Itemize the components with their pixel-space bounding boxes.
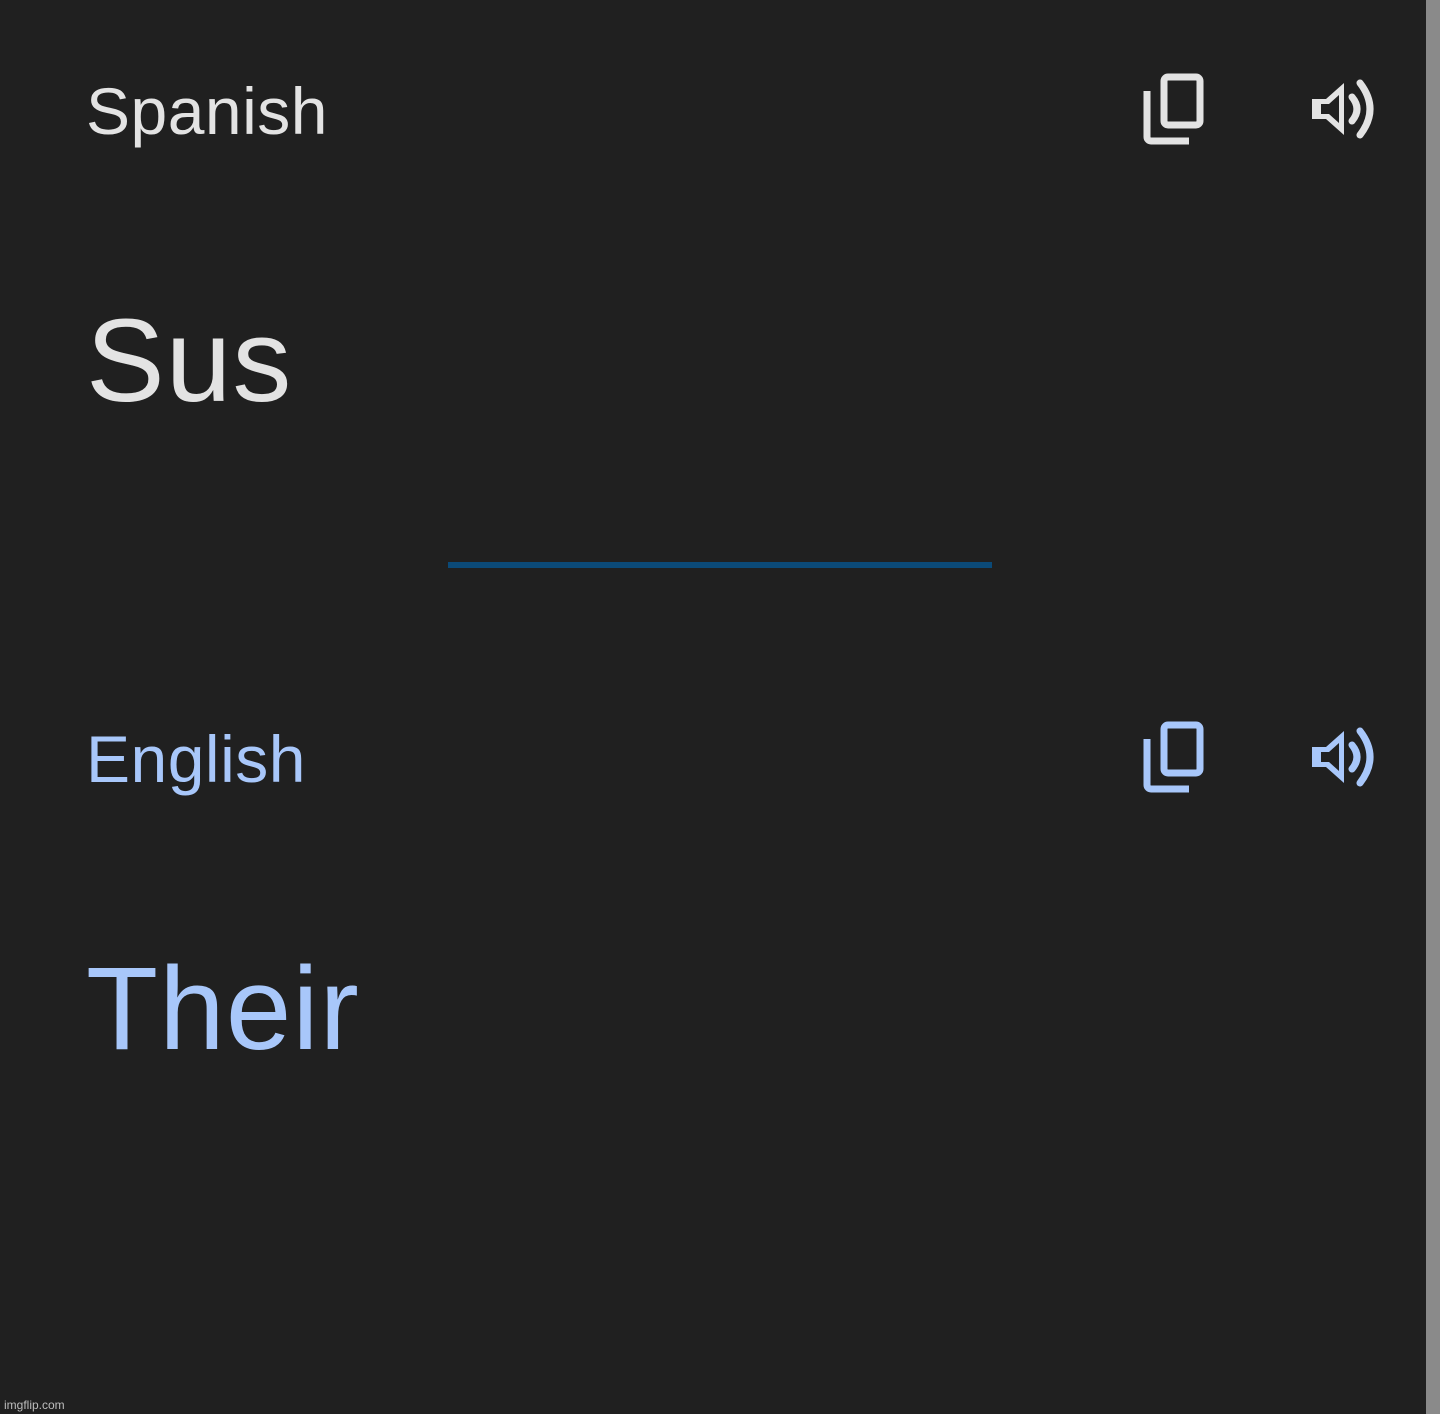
target-language-label: English (86, 722, 306, 796)
speaker-icon (1312, 727, 1374, 787)
copy-translation-button[interactable] (1134, 719, 1210, 795)
translated-text: Their (86, 943, 360, 1075)
copy-icon (1143, 73, 1204, 145)
speaker-icon (1312, 79, 1374, 139)
translation-panel: Spanish Sus English Their imgflip.com (0, 0, 1426, 1414)
copy-source-button[interactable] (1134, 71, 1210, 147)
watermark: imgflip.com (4, 1398, 65, 1412)
copy-icon (1143, 721, 1204, 793)
listen-translation-button[interactable] (1304, 719, 1380, 795)
source-text: Sus (86, 295, 293, 427)
source-language-label: Spanish (86, 74, 329, 148)
section-divider (448, 562, 992, 568)
scrollbar-edge (1426, 0, 1440, 1414)
listen-source-button[interactable] (1304, 71, 1380, 147)
